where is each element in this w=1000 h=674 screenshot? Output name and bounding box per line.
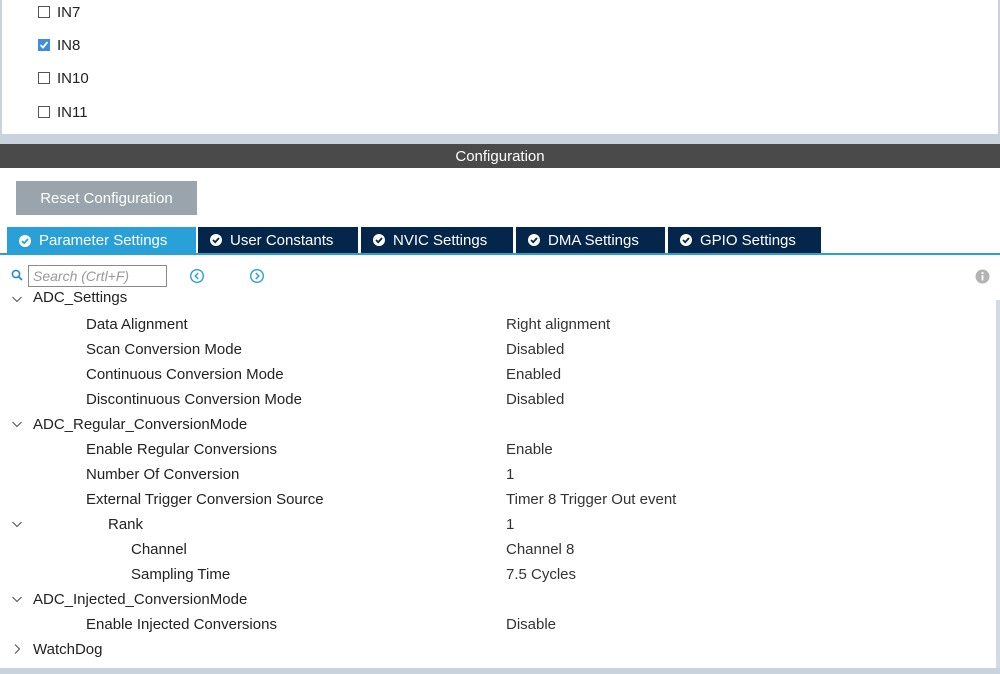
- param-row[interactable]: Enable Injected Conversions Disable: [0, 612, 1000, 637]
- tab-label: User Constants: [230, 231, 334, 249]
- group-adc-injected-conversionmode[interactable]: ADC_Injected_ConversionMode: [0, 587, 1000, 612]
- check-circle-icon: [528, 234, 540, 246]
- chevron-down-icon[interactable]: [11, 418, 23, 430]
- param-label: Enable Regular Conversions: [86, 441, 277, 458]
- param-row[interactable]: Scan Conversion Mode Disabled: [0, 337, 1000, 362]
- chevron-right-circle-icon[interactable]: [249, 268, 265, 284]
- group-label: ADC_Settings: [33, 289, 128, 306]
- channel-item-in8[interactable]: IN8: [38, 35, 80, 55]
- channel-label: IN8: [57, 36, 81, 54]
- param-row[interactable]: Continuous Conversion Mode Enabled: [0, 362, 1000, 387]
- search-icon: [11, 269, 23, 281]
- param-value[interactable]: Channel 8: [506, 541, 574, 558]
- group-watchdog[interactable]: WatchDog: [0, 637, 1000, 662]
- param-label: Channel: [131, 541, 187, 558]
- chevron-down-icon[interactable]: [11, 593, 23, 605]
- group-rank[interactable]: Rank 1: [0, 512, 1000, 537]
- group-label: WatchDog: [33, 641, 103, 658]
- param-value[interactable]: 1: [506, 516, 514, 533]
- param-value[interactable]: Timer 8 Trigger Out event: [506, 491, 676, 508]
- param-label: Enable Injected Conversions: [86, 616, 277, 633]
- group-adc-settings[interactable]: ADC_Settings: [0, 288, 1000, 312]
- chevron-right-icon[interactable]: [11, 643, 23, 655]
- channel-label: IN11: [57, 103, 88, 121]
- param-value[interactable]: 1: [506, 466, 514, 483]
- search-bar: [0, 264, 1000, 288]
- tab-nvic-settings[interactable]: NVIC Settings: [361, 227, 513, 253]
- tab-label: NVIC Settings: [393, 231, 488, 249]
- tab-label: Parameter Settings: [39, 232, 168, 249]
- channel-item-in7[interactable]: IN7: [38, 2, 80, 22]
- panel-splitter[interactable]: [0, 134, 1000, 144]
- checkbox-checked[interactable]: [38, 39, 50, 51]
- param-label: Continuous Conversion Mode: [86, 366, 284, 383]
- param-label: Data Alignment: [86, 316, 188, 333]
- param-row[interactable]: Data Alignment Right alignment: [0, 312, 1000, 337]
- param-label: Sampling Time: [131, 566, 231, 583]
- check-circle-icon: [210, 234, 222, 246]
- configuration-header: Configuration: [0, 144, 1000, 168]
- tab-dma-settings[interactable]: DMA Settings: [516, 227, 665, 253]
- param-label: Rank: [108, 516, 144, 533]
- param-value[interactable]: 7.5 Cycles: [506, 566, 576, 583]
- channel-list: IN7 IN8 IN10 IN11: [0, 0, 1000, 134]
- tabs-underline: [0, 253, 1000, 255]
- param-label: Number Of Conversion: [86, 466, 240, 483]
- parameter-tree: ADC_Settings Data Alignment Right alignm…: [0, 288, 1000, 668]
- tab-label: GPIO Settings: [700, 231, 796, 249]
- info-icon[interactable]: [975, 269, 990, 284]
- param-value[interactable]: Enable: [506, 441, 553, 458]
- chevron-left-circle-icon[interactable]: [189, 268, 205, 284]
- channel-label: IN7: [57, 3, 81, 21]
- panel-border-bottom: [0, 668, 1000, 674]
- tab-user-constants[interactable]: User Constants: [198, 227, 358, 253]
- chevron-down-icon[interactable]: [11, 293, 23, 305]
- tab-parameter-settings[interactable]: Parameter Settings: [7, 227, 196, 254]
- checkbox[interactable]: [38, 6, 50, 18]
- tab-label: DMA Settings: [548, 231, 639, 249]
- channel-item-in11[interactable]: IN11: [38, 102, 88, 122]
- check-circle-icon: [373, 234, 385, 246]
- param-row[interactable]: Enable Regular Conversions Enable: [0, 437, 1000, 462]
- param-value[interactable]: Right alignment: [506, 316, 610, 333]
- param-value[interactable]: Enabled: [506, 366, 561, 383]
- param-label: Discontinuous Conversion Mode: [86, 391, 302, 408]
- search-input[interactable]: [28, 265, 167, 287]
- param-value[interactable]: Disabled: [506, 391, 564, 408]
- check-circle-icon: [680, 234, 692, 246]
- channel-label: IN10: [57, 69, 89, 87]
- group-label: ADC_Injected_ConversionMode: [33, 591, 248, 608]
- checkbox[interactable]: [38, 106, 50, 118]
- param-label: Scan Conversion Mode: [86, 341, 242, 358]
- param-row[interactable]: External Trigger Conversion Source Timer…: [0, 487, 1000, 512]
- vertical-scrollbar[interactable]: [996, 300, 1000, 668]
- reset-configuration-button[interactable]: Reset Configuration: [16, 181, 197, 215]
- settings-tabs: Parameter Settings User Constants NVIC S…: [0, 227, 1000, 255]
- tab-gpio-settings[interactable]: GPIO Settings: [668, 227, 821, 253]
- param-value[interactable]: Disable: [506, 616, 556, 633]
- chevron-down-icon[interactable]: [11, 518, 23, 530]
- group-label: ADC_Regular_ConversionMode: [33, 416, 248, 433]
- checkbox[interactable]: [38, 72, 50, 84]
- group-adc-regular-conversionmode[interactable]: ADC_Regular_ConversionMode: [0, 412, 1000, 437]
- param-row[interactable]: Channel Channel 8: [0, 537, 1000, 562]
- check-circle-icon: [19, 234, 31, 247]
- channel-item-in10[interactable]: IN10: [38, 68, 89, 88]
- param-row[interactable]: Sampling Time 7.5 Cycles: [0, 562, 1000, 587]
- param-row[interactable]: Discontinuous Conversion Mode Disabled: [0, 387, 1000, 412]
- param-row[interactable]: Number Of Conversion 1: [0, 462, 1000, 487]
- param-label: External Trigger Conversion Source: [86, 491, 324, 508]
- param-value[interactable]: Disabled: [506, 341, 564, 358]
